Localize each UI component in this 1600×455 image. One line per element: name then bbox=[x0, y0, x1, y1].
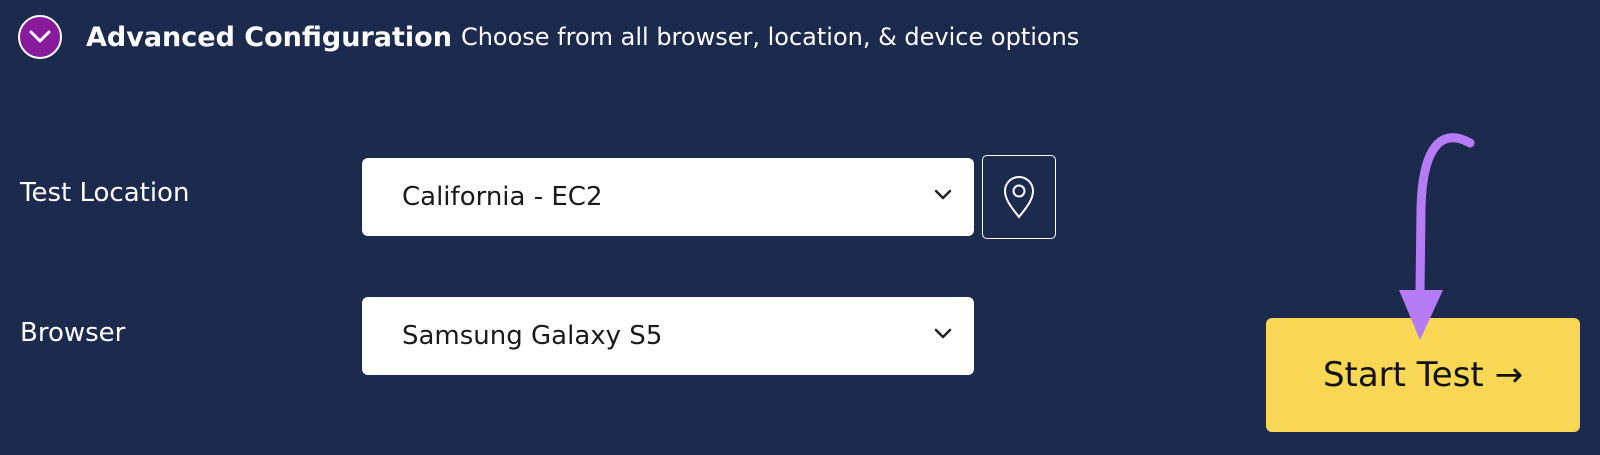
annotation-arrow bbox=[1399, 133, 1475, 340]
